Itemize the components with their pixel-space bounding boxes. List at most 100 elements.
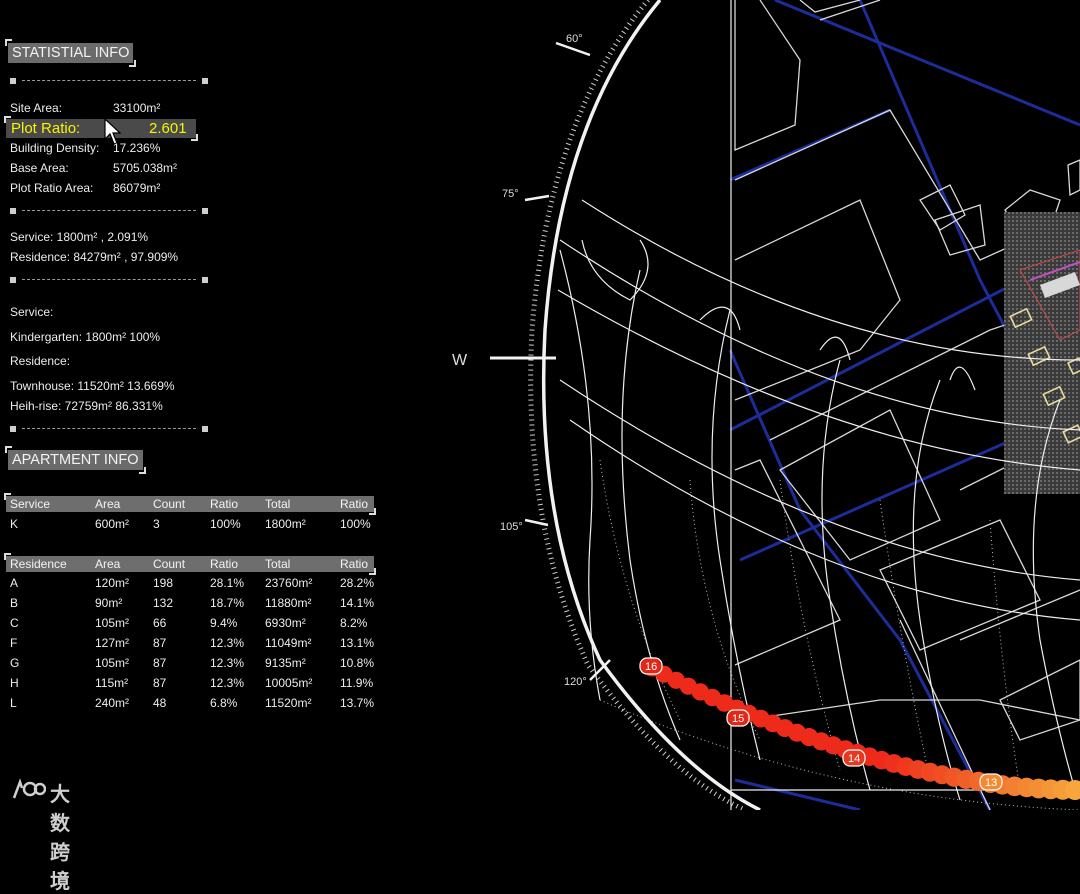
residence-table-cell: 28.2% — [340, 575, 374, 591]
service-header-cell: Total — [265, 496, 290, 512]
logo-text: 大数跨境 — [50, 778, 70, 894]
residence-table-cell: C — [10, 615, 19, 631]
residence-table-cell: 23760m² — [265, 575, 312, 591]
service-heading: Service: — [10, 305, 53, 319]
site-area-label: Site Area: — [10, 101, 62, 115]
service-header-cell: Ratio — [210, 496, 238, 512]
residence-table-cell: 12.3% — [210, 675, 244, 691]
residence-table-cell: 66 — [153, 615, 166, 631]
residence-table-cell: 240m² — [95, 695, 129, 711]
residence-header-cell: Count — [153, 556, 185, 572]
residence-table-row: A120m²19828.1%23760m²28.2% — [0, 575, 380, 591]
sun-path-dotted-arcs — [600, 460, 1080, 810]
residence-table-cell: 105m² — [95, 615, 129, 631]
plot-ratio-area-label: Plot Ratio Area: — [10, 181, 93, 195]
residence-table-cell: 87 — [153, 655, 166, 671]
residence-table-header: ResidenceAreaCountRatioTotalRatio — [6, 556, 374, 572]
residence-table-cell: 6930m² — [265, 615, 306, 631]
residence-header-cell: Ratio — [210, 556, 238, 572]
hour-label-15: 15 — [732, 713, 744, 725]
section-divider — [10, 276, 208, 284]
plot-ratio-highlight[interactable]: Plot Ratio: 2.601 — [6, 119, 196, 138]
service-table-cell: K — [10, 516, 18, 532]
residence-header-cell: Area — [95, 556, 120, 572]
residence-summary: Residence: 84279m² , 97.909% — [10, 250, 178, 264]
service-table-cell: 100% — [340, 516, 371, 532]
residence-table-cell: 115m² — [95, 675, 128, 691]
direction-label-west: W — [452, 352, 468, 369]
base-area-value: 5705.038m² — [113, 161, 177, 175]
residence-table-cell: F — [10, 635, 17, 651]
site-area-row: Site Area: 33100m² — [10, 101, 62, 115]
residence-heading: Residence: — [10, 354, 70, 368]
service-header-cell: Area — [95, 496, 120, 512]
residence-table-cell: 14.1% — [340, 595, 374, 611]
service-table-cell: 3 — [153, 516, 160, 532]
residence-table-cell: 87 — [153, 675, 166, 691]
residence-table-row: B 90m² 132 18.7% 11880m² 14.1% — [0, 595, 380, 611]
brand-logo: 大数跨境 — [10, 776, 46, 804]
residence-table-cell: 90m² — [95, 595, 122, 611]
residence-table-row: F127m²8712.3%11049m²13.1% — [0, 635, 380, 651]
service-table-cell: 600m² — [95, 516, 129, 532]
service-table-row: K600m²3100%1800m²100% — [0, 516, 380, 532]
compass-ring — [490, 0, 760, 810]
plot-ratio-label: Plot Ratio: — [11, 119, 80, 138]
residence-table-cell: 127m² — [95, 635, 129, 651]
residence-table-row: H115m²8712.3%10005m²11.9% — [0, 675, 380, 691]
residence-table-cell: 87 — [153, 635, 166, 651]
high-rise-row: Heih-rise: 72759m² 86.331% — [10, 399, 163, 413]
hour-label-16: 16 — [645, 661, 657, 673]
service-summary: Service: 1800m² , 2.091% — [10, 230, 148, 244]
residence-table-cell: 9.4% — [210, 615, 237, 631]
building-density-value: 17.236% — [113, 141, 160, 155]
section-divider — [10, 425, 208, 433]
section-divider — [10, 207, 208, 215]
angle-label-105: 105° — [500, 521, 523, 533]
residence-header-cell: Residence — [10, 556, 67, 572]
residence-table-cell: 6.8% — [210, 695, 237, 711]
residence-table-cell: B — [10, 595, 18, 611]
residence-table-cell: L — [10, 695, 17, 711]
residence-table-cell: 10.8% — [340, 655, 374, 671]
residence-table-cell: 8.2% — [340, 615, 367, 631]
residence-table-cell: 132 — [153, 595, 173, 611]
residence-table-cell: 12.3% — [210, 635, 244, 651]
residence-table-cell: 18.7% — [210, 595, 244, 611]
plot-ratio-area-row: Plot Ratio Area: 86079m² — [10, 181, 93, 195]
service-table-cell: 100% — [210, 516, 241, 532]
statistical-info-title: STATISTIAL INFO — [8, 43, 133, 63]
residence-table-row: L240m²486.8%11520m²13.7% — [0, 695, 380, 711]
residence-header-cell: Ratio — [340, 556, 368, 572]
residence-table-cell: 120m² — [95, 575, 129, 591]
residence-table-cell: 105m² — [95, 655, 129, 671]
residence-table-cell: 13.7% — [340, 695, 374, 711]
compass-labels: W 60° 75° 105° 120° — [452, 33, 587, 688]
residence-table-cell: 198 — [153, 575, 173, 591]
residence-table-cell: G — [10, 655, 19, 671]
residence-table-cell: A — [10, 575, 18, 591]
hour-label-14: 14 — [848, 753, 860, 765]
residence-table-cell: 11880m² — [265, 595, 311, 611]
base-area-row: Base Area: 5705.038m² — [10, 161, 69, 175]
base-area-label: Base Area: — [10, 161, 69, 175]
building-density-label: Building Density: — [10, 141, 99, 155]
residence-table-cell: 11.9% — [340, 675, 373, 691]
building-density-row: Building Density: 17.236% — [10, 141, 99, 155]
angle-label-60: 60° — [566, 33, 583, 45]
service-header-cell: Count — [153, 496, 185, 512]
kindergarten-row: Kindergarten: 1800m² 100% — [10, 330, 160, 344]
service-table-header: ServiceAreaCountRatioTotalRatio — [6, 496, 374, 512]
plot-ratio-area-value: 86079m² — [113, 181, 160, 195]
residence-table-cell: 48 — [153, 695, 166, 711]
residence-table-cell: 10005m² — [265, 675, 312, 691]
residence-table-cell: 12.3% — [210, 655, 244, 671]
site-area-value: 33100m² — [113, 101, 160, 115]
apartment-info-title: APARTMENT INFO — [8, 450, 143, 470]
angle-label-120: 120° — [564, 676, 587, 688]
statistics-panel: STATISTIAL INFO Site Area: 33100m² Plot … — [0, 0, 420, 810]
townhouse-row: Townhouse: 11520m² 13.669% — [10, 379, 175, 393]
service-header-cell: Service — [10, 496, 50, 512]
residence-table-row: G105m²8712.3%9135m²10.8% — [0, 655, 380, 671]
residence-table-cell: 11049m² — [265, 635, 311, 651]
